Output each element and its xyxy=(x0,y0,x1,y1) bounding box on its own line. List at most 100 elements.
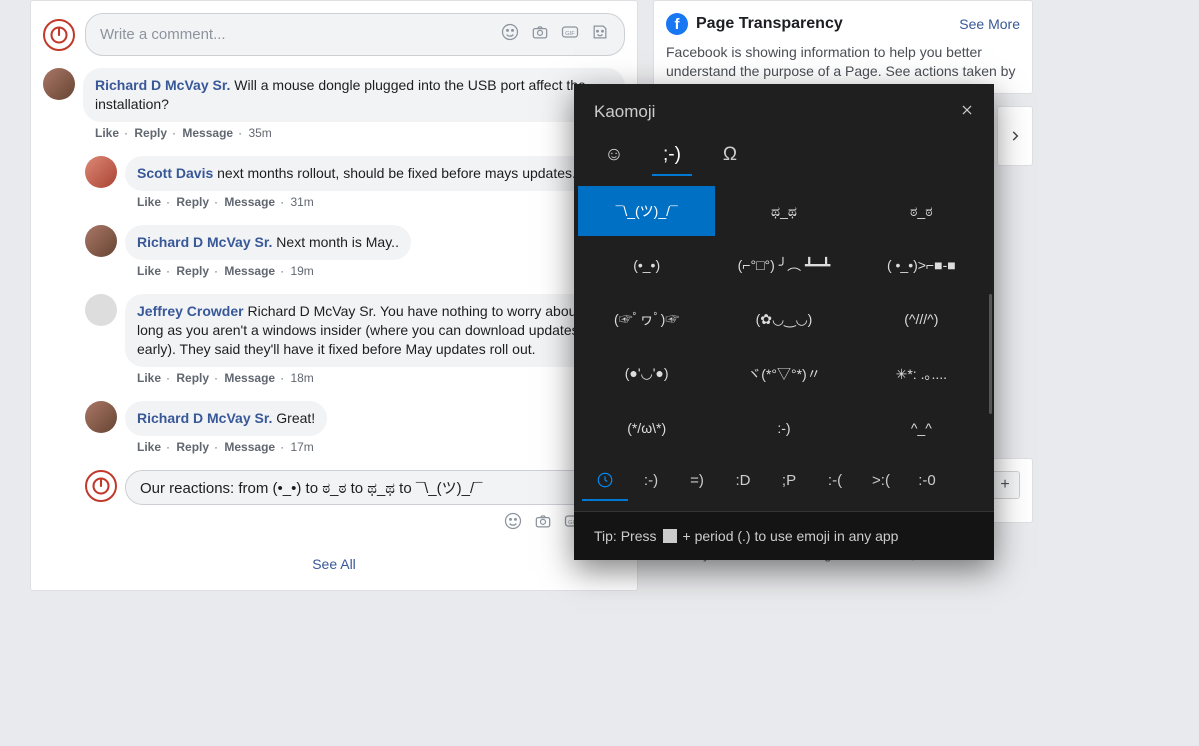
kaomoji-grid: ¯\_(ツ)_/¯ ಥ_ಥ ಠ_ಠ (•_•) (⌐°□°) ╯︵ ┻━┻ ( … xyxy=(574,176,994,457)
recent-item[interactable]: :-) xyxy=(628,461,674,501)
next-arrow-button[interactable] xyxy=(997,106,1033,166)
comment-author[interactable]: Richard D McVay Sr. xyxy=(95,77,230,93)
kaomoji-cell[interactable]: (•_•) xyxy=(578,240,715,290)
kaomoji-cell[interactable]: ಥ_ಥ xyxy=(715,186,852,236)
kaomoji-cell[interactable]: ¯\_(ツ)_/¯ xyxy=(578,186,715,236)
kaomoji-cell[interactable]: ( •_•)>⌐■-■ xyxy=(853,240,990,290)
reply-link[interactable]: Reply xyxy=(176,195,211,209)
like-link[interactable]: Like xyxy=(137,264,163,278)
kaomoji-cell[interactable]: (✿◡‿◡) xyxy=(715,294,852,344)
chevron-right-icon xyxy=(1008,129,1022,143)
windows-key-icon xyxy=(663,529,677,543)
camera-icon[interactable] xyxy=(530,22,550,47)
kaomoji-cell[interactable]: (⌐°□°) ╯︵ ┻━┻ xyxy=(715,240,852,290)
comment-bubble: Jeffrey Crowder Richard D McVay Sr. You … xyxy=(125,294,625,367)
commenter-avatar[interactable] xyxy=(85,294,117,326)
recent-item[interactable]: =) xyxy=(674,461,720,501)
comment-author[interactable]: Richard D McVay Sr. xyxy=(137,234,272,250)
comment-actions: Like· Reply· Message· 35m xyxy=(83,122,625,150)
comment-time: 35m xyxy=(248,126,271,140)
commenter-avatar[interactable] xyxy=(43,68,75,100)
message-link[interactable]: Message xyxy=(224,195,277,209)
kaomoji-cell[interactable]: (●'◡'●) xyxy=(578,349,715,399)
emoji-icon[interactable] xyxy=(500,22,520,47)
comment-text: Next month is May.. xyxy=(276,234,399,250)
camera-icon[interactable] xyxy=(533,511,553,536)
comment-time: 31m xyxy=(290,195,313,209)
kaomoji-panel: Kaomoji ☺ ;-) Ω ¯\_(ツ)_/¯ ಥ_ಥ ಠ_ಠ (•_•) … xyxy=(574,84,994,560)
page-transparency-title: Page Transparency xyxy=(696,15,843,33)
kaomoji-tab[interactable]: ;-) xyxy=(652,136,692,176)
recent-item[interactable]: :-0 xyxy=(904,461,950,501)
kaomoji-cell[interactable]: :-) xyxy=(715,403,852,453)
user-avatar xyxy=(43,19,75,51)
comment-reply: Scott Davis next months rollout, should … xyxy=(85,156,625,219)
reply-text-field[interactable] xyxy=(140,479,610,496)
comment-reply: Jeffrey Crowder Richard D McVay Sr. You … xyxy=(85,294,625,395)
facebook-logo-icon: f xyxy=(666,13,688,35)
comment-time: 17m xyxy=(290,440,313,454)
comment-author[interactable]: Scott Davis xyxy=(137,165,213,181)
comment-bubble: Richard D McVay Sr. Will a mouse dongle … xyxy=(83,68,625,122)
reply-link[interactable]: Reply xyxy=(176,440,211,454)
recent-tab[interactable] xyxy=(582,461,628,501)
like-link[interactable]: Like xyxy=(137,440,163,454)
reply-link[interactable]: Reply xyxy=(134,126,169,140)
like-link[interactable]: Like xyxy=(137,195,163,209)
reply-link[interactable]: Reply xyxy=(176,264,211,278)
like-link[interactable]: Like xyxy=(95,126,121,140)
reply-input-row: GIF xyxy=(85,470,625,536)
commenter-avatar[interactable] xyxy=(85,156,117,188)
comment-bubble: Richard D McVay Sr. Great! xyxy=(125,401,327,436)
scrollbar[interactable] xyxy=(989,294,992,414)
message-link[interactable]: Message xyxy=(182,126,235,140)
close-button[interactable] xyxy=(960,103,974,122)
recent-item[interactable]: :-( xyxy=(812,461,858,501)
comment-author[interactable]: Richard D McVay Sr. xyxy=(137,410,272,426)
message-link[interactable]: Message xyxy=(224,440,277,454)
comment-time: 19m xyxy=(290,264,313,278)
emoji-tab[interactable]: ☺ xyxy=(594,136,634,176)
commenter-avatar[interactable] xyxy=(85,225,117,257)
comment-time: 18m xyxy=(290,371,313,385)
svg-text:GIF: GIF xyxy=(565,31,575,37)
emoji-icon[interactable] xyxy=(503,511,523,536)
message-link[interactable]: Message xyxy=(224,264,277,278)
commenter-avatar[interactable] xyxy=(85,401,117,433)
kaomoji-cell[interactable]: ✳*: .｡.... xyxy=(853,349,990,399)
comment: Richard D McVay Sr. Will a mouse dongle … xyxy=(43,68,625,150)
comment-author[interactable]: Jeffrey Crowder xyxy=(137,303,244,319)
kaomoji-cell[interactable]: ヾ(*°▽°*)〃 xyxy=(715,349,852,399)
recent-item[interactable]: >:( xyxy=(858,461,904,501)
comment-input[interactable]: GIF xyxy=(85,13,625,56)
kaomoji-tabs: ☺ ;-) Ω xyxy=(574,126,994,176)
clock-icon xyxy=(596,471,614,489)
kaomoji-tip: Tip: Press + period (.) to use emoji in … xyxy=(574,512,994,560)
reply-input[interactable] xyxy=(125,470,625,505)
like-link[interactable]: Like xyxy=(137,371,163,385)
comment-input-row: GIF xyxy=(43,13,625,56)
recent-item[interactable]: :D xyxy=(720,461,766,501)
sticker-icon[interactable] xyxy=(590,22,610,47)
message-link[interactable]: Message xyxy=(224,371,277,385)
reply-link[interactable]: Reply xyxy=(176,371,211,385)
comment-text: next months rollout, should be fixed bef… xyxy=(217,165,576,181)
comment-text-field[interactable] xyxy=(100,26,500,43)
recent-item[interactable]: ;P xyxy=(766,461,812,501)
add-language-button[interactable]: + xyxy=(990,471,1020,499)
power-icon xyxy=(91,476,111,496)
see-more-link[interactable]: See More xyxy=(959,16,1020,32)
kaomoji-cell[interactable]: ^_^ xyxy=(853,403,990,453)
gif-icon[interactable]: GIF xyxy=(560,22,580,47)
kaomoji-cell[interactable]: (☞ﾟヮﾟ)☞ xyxy=(578,294,715,344)
user-avatar xyxy=(85,470,117,502)
kaomoji-cell[interactable]: ಠ_ಠ xyxy=(853,186,990,236)
kaomoji-cell[interactable]: (^///^) xyxy=(853,294,990,344)
kaomoji-cell[interactable]: (*/ω\*) xyxy=(578,403,715,453)
kaomoji-recent-row: :-) =) :D ;P :-( >:( :-0 xyxy=(574,457,994,512)
see-all-link[interactable]: See All xyxy=(312,556,356,572)
page-transparency-text: Facebook is showing information to help … xyxy=(666,43,1020,81)
symbols-tab[interactable]: Ω xyxy=(710,136,750,176)
comment-reply: Richard D McVay Sr. Great! Like· Reply· … xyxy=(85,401,625,464)
comment-reply: Richard D McVay Sr. Next month is May.. … xyxy=(85,225,625,288)
